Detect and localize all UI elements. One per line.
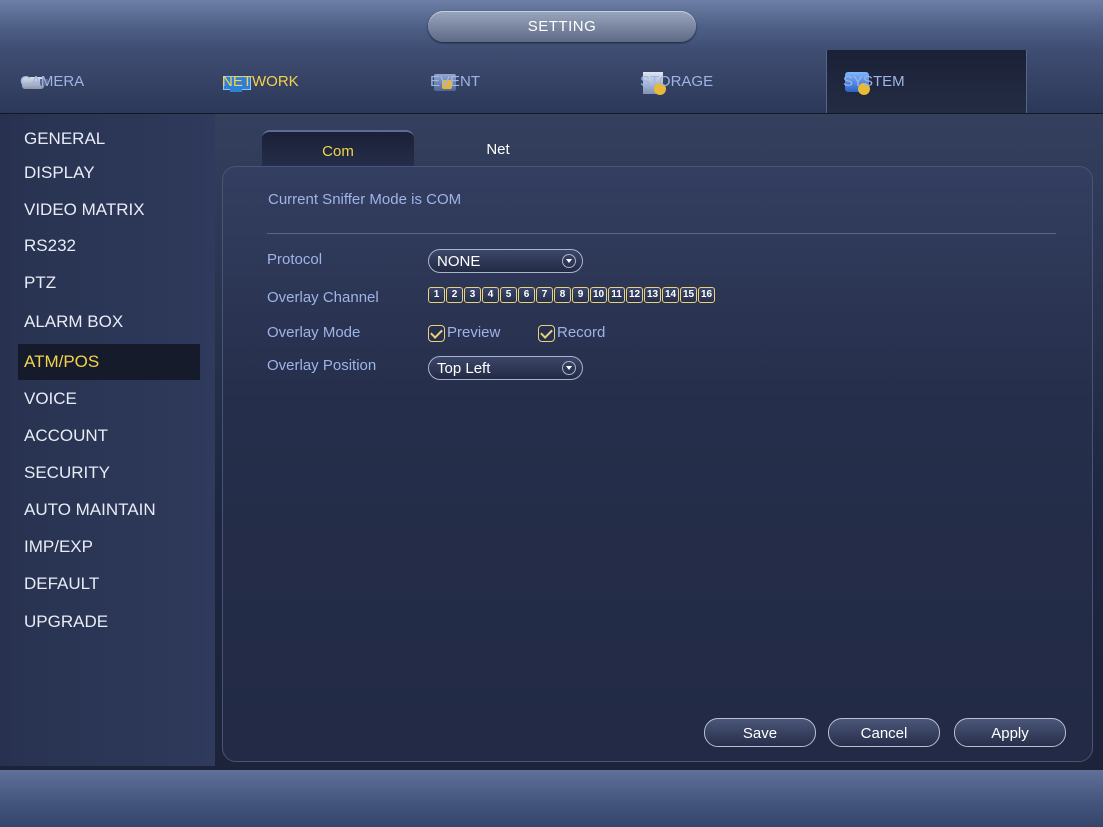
sidebar-item-label: DEFAULT xyxy=(24,574,100,593)
sidebar-item-label: GENERAL xyxy=(24,129,106,148)
tab-network-label: NETWORK xyxy=(222,73,299,90)
sidebar-item-label: ALARM BOX xyxy=(24,312,124,331)
sidebar-item-upgrade[interactable]: UPGRADE xyxy=(18,604,200,640)
sidebar-item-label: DISPLAY xyxy=(24,163,95,182)
channel-checkbox[interactable]: 14 xyxy=(662,287,679,303)
record-label: Record xyxy=(557,324,606,341)
save-button[interactable]: Save xyxy=(704,718,816,747)
sidebar-item-imp-exp[interactable]: IMP/EXP xyxy=(18,529,200,565)
protocol-select[interactable]: NONE xyxy=(428,249,583,273)
tab-storage[interactable]: STORAGE xyxy=(640,50,713,113)
channel-checkbox[interactable]: 16 xyxy=(698,287,715,303)
protocol-label: Protocol xyxy=(267,251,323,268)
preview-checkbox[interactable] xyxy=(428,325,445,342)
sidebar-item-account[interactable]: ACCOUNT xyxy=(18,418,200,454)
tab-com[interactable]: Com xyxy=(262,130,414,170)
sidebar-item-label: IMP/EXP xyxy=(24,537,93,556)
tab-system-label: SYSTEM xyxy=(843,73,905,90)
content-area: Com Net Current Sniffer Mode is COM Prot… xyxy=(222,118,1093,762)
tab-system[interactable]: SYSTEM xyxy=(826,50,1027,113)
overlay-position-value: Top Left xyxy=(437,360,491,377)
tab-event-label: EVENT xyxy=(430,73,481,90)
preview-label: Preview xyxy=(447,324,501,341)
channel-checkbox[interactable]: 8 xyxy=(554,287,571,303)
channel-checkbox[interactable]: 4 xyxy=(482,287,499,303)
chevron-down-icon xyxy=(562,361,576,375)
channel-checkbox[interactable]: 13 xyxy=(644,287,661,303)
cancel-button[interactable]: Cancel xyxy=(828,718,940,747)
protocol-select-value: NONE xyxy=(437,253,481,270)
sidebar-item-display[interactable]: DISPLAY xyxy=(18,155,200,191)
channel-checkbox[interactable]: 12 xyxy=(626,287,643,303)
app-window: SETTING CAMERA NETWORK EVENT STORAGE SYS… xyxy=(0,0,1103,827)
sidebar-item-atm-pos[interactable]: ATM/POS xyxy=(18,344,200,380)
tab-storage-label: STORAGE xyxy=(640,73,714,90)
sidebar-item-label: UPGRADE xyxy=(24,612,109,631)
sidebar-item-general[interactable]: GENERAL xyxy=(18,121,200,157)
top-tabs: CAMERA NETWORK EVENT STORAGE SYSTEM xyxy=(0,50,1103,114)
tab-network[interactable]: NETWORK xyxy=(222,50,299,113)
channel-checkbox[interactable]: 3 xyxy=(464,287,481,303)
tab-camera[interactable]: CAMERA xyxy=(20,50,84,113)
sidebar-item-alarm-box[interactable]: ALARM BOX xyxy=(18,304,200,340)
record-checkbox[interactable] xyxy=(538,325,555,342)
overlay-channel-label: Overlay Channel xyxy=(267,289,379,306)
sidebar-item-voice[interactable]: VOICE xyxy=(18,381,200,417)
sidebar-item-label: AUTO MAINTAIN xyxy=(24,500,156,519)
overlay-mode-label: Overlay Mode xyxy=(267,324,361,341)
sidebar-item-label: RS232 xyxy=(24,236,76,255)
overlay-position-label: Overlay Position xyxy=(267,357,377,374)
footer-bar xyxy=(0,770,1103,827)
sidebar-item-ptz[interactable]: PTZ xyxy=(18,265,200,301)
channel-checkbox[interactable]: 1 xyxy=(428,287,445,303)
settings-panel: Current Sniffer Mode is COM Protocol NON… xyxy=(222,166,1093,762)
chevron-down-icon xyxy=(562,254,576,268)
overlay-position-select[interactable]: Top Left xyxy=(428,356,583,380)
sidebar-item-auto-maintain[interactable]: AUTO MAINTAIN xyxy=(18,492,200,528)
sidebar-item-label: ATM/POS xyxy=(24,352,100,371)
channel-checkbox[interactable]: 9 xyxy=(572,287,589,303)
channel-checkbox[interactable]: 11 xyxy=(608,287,625,303)
window-title: SETTING xyxy=(527,18,597,35)
channel-checkbox[interactable]: 15 xyxy=(680,287,697,303)
sidebar-item-label: PTZ xyxy=(24,273,57,292)
sidebar-item-security[interactable]: SECURITY xyxy=(18,455,200,491)
apply-button[interactable]: Apply xyxy=(954,718,1066,747)
title-pill: SETTING xyxy=(428,11,696,42)
sidebar-item-default[interactable]: DEFAULT xyxy=(18,566,200,602)
channel-checkbox[interactable]: 7 xyxy=(536,287,553,303)
sidebar-item-label: ACCOUNT xyxy=(24,426,109,445)
channel-checkbox[interactable]: 2 xyxy=(446,287,463,303)
sidebar-item-label: VIDEO MATRIX xyxy=(24,200,145,219)
title-bar: SETTING xyxy=(0,0,1103,50)
channel-checkbox[interactable]: 10 xyxy=(590,287,607,303)
divider xyxy=(267,233,1056,234)
overlay-channel-list: 1 2 3 4 5 6 7 8 9 10 11 12 13 14 15 16 xyxy=(428,287,715,303)
channel-checkbox[interactable]: 6 xyxy=(518,287,535,303)
sidebar-item-label: VOICE xyxy=(24,389,77,408)
sidebar-item-video-matrix[interactable]: VIDEO MATRIX xyxy=(18,192,200,228)
tab-camera-label: CAMERA xyxy=(20,73,85,90)
sidebar-item-label: SECURITY xyxy=(24,463,110,482)
sidebar: GENERAL DISPLAY VIDEO MATRIX RS232 PTZ A… xyxy=(0,114,215,766)
sidebar-item-rs232[interactable]: RS232 xyxy=(18,228,200,264)
channel-checkbox[interactable]: 5 xyxy=(500,287,517,303)
tab-net[interactable]: Net xyxy=(422,130,574,168)
tab-event[interactable]: EVENT xyxy=(430,50,480,113)
sniffer-mode-text: Current Sniffer Mode is COM xyxy=(268,191,462,208)
